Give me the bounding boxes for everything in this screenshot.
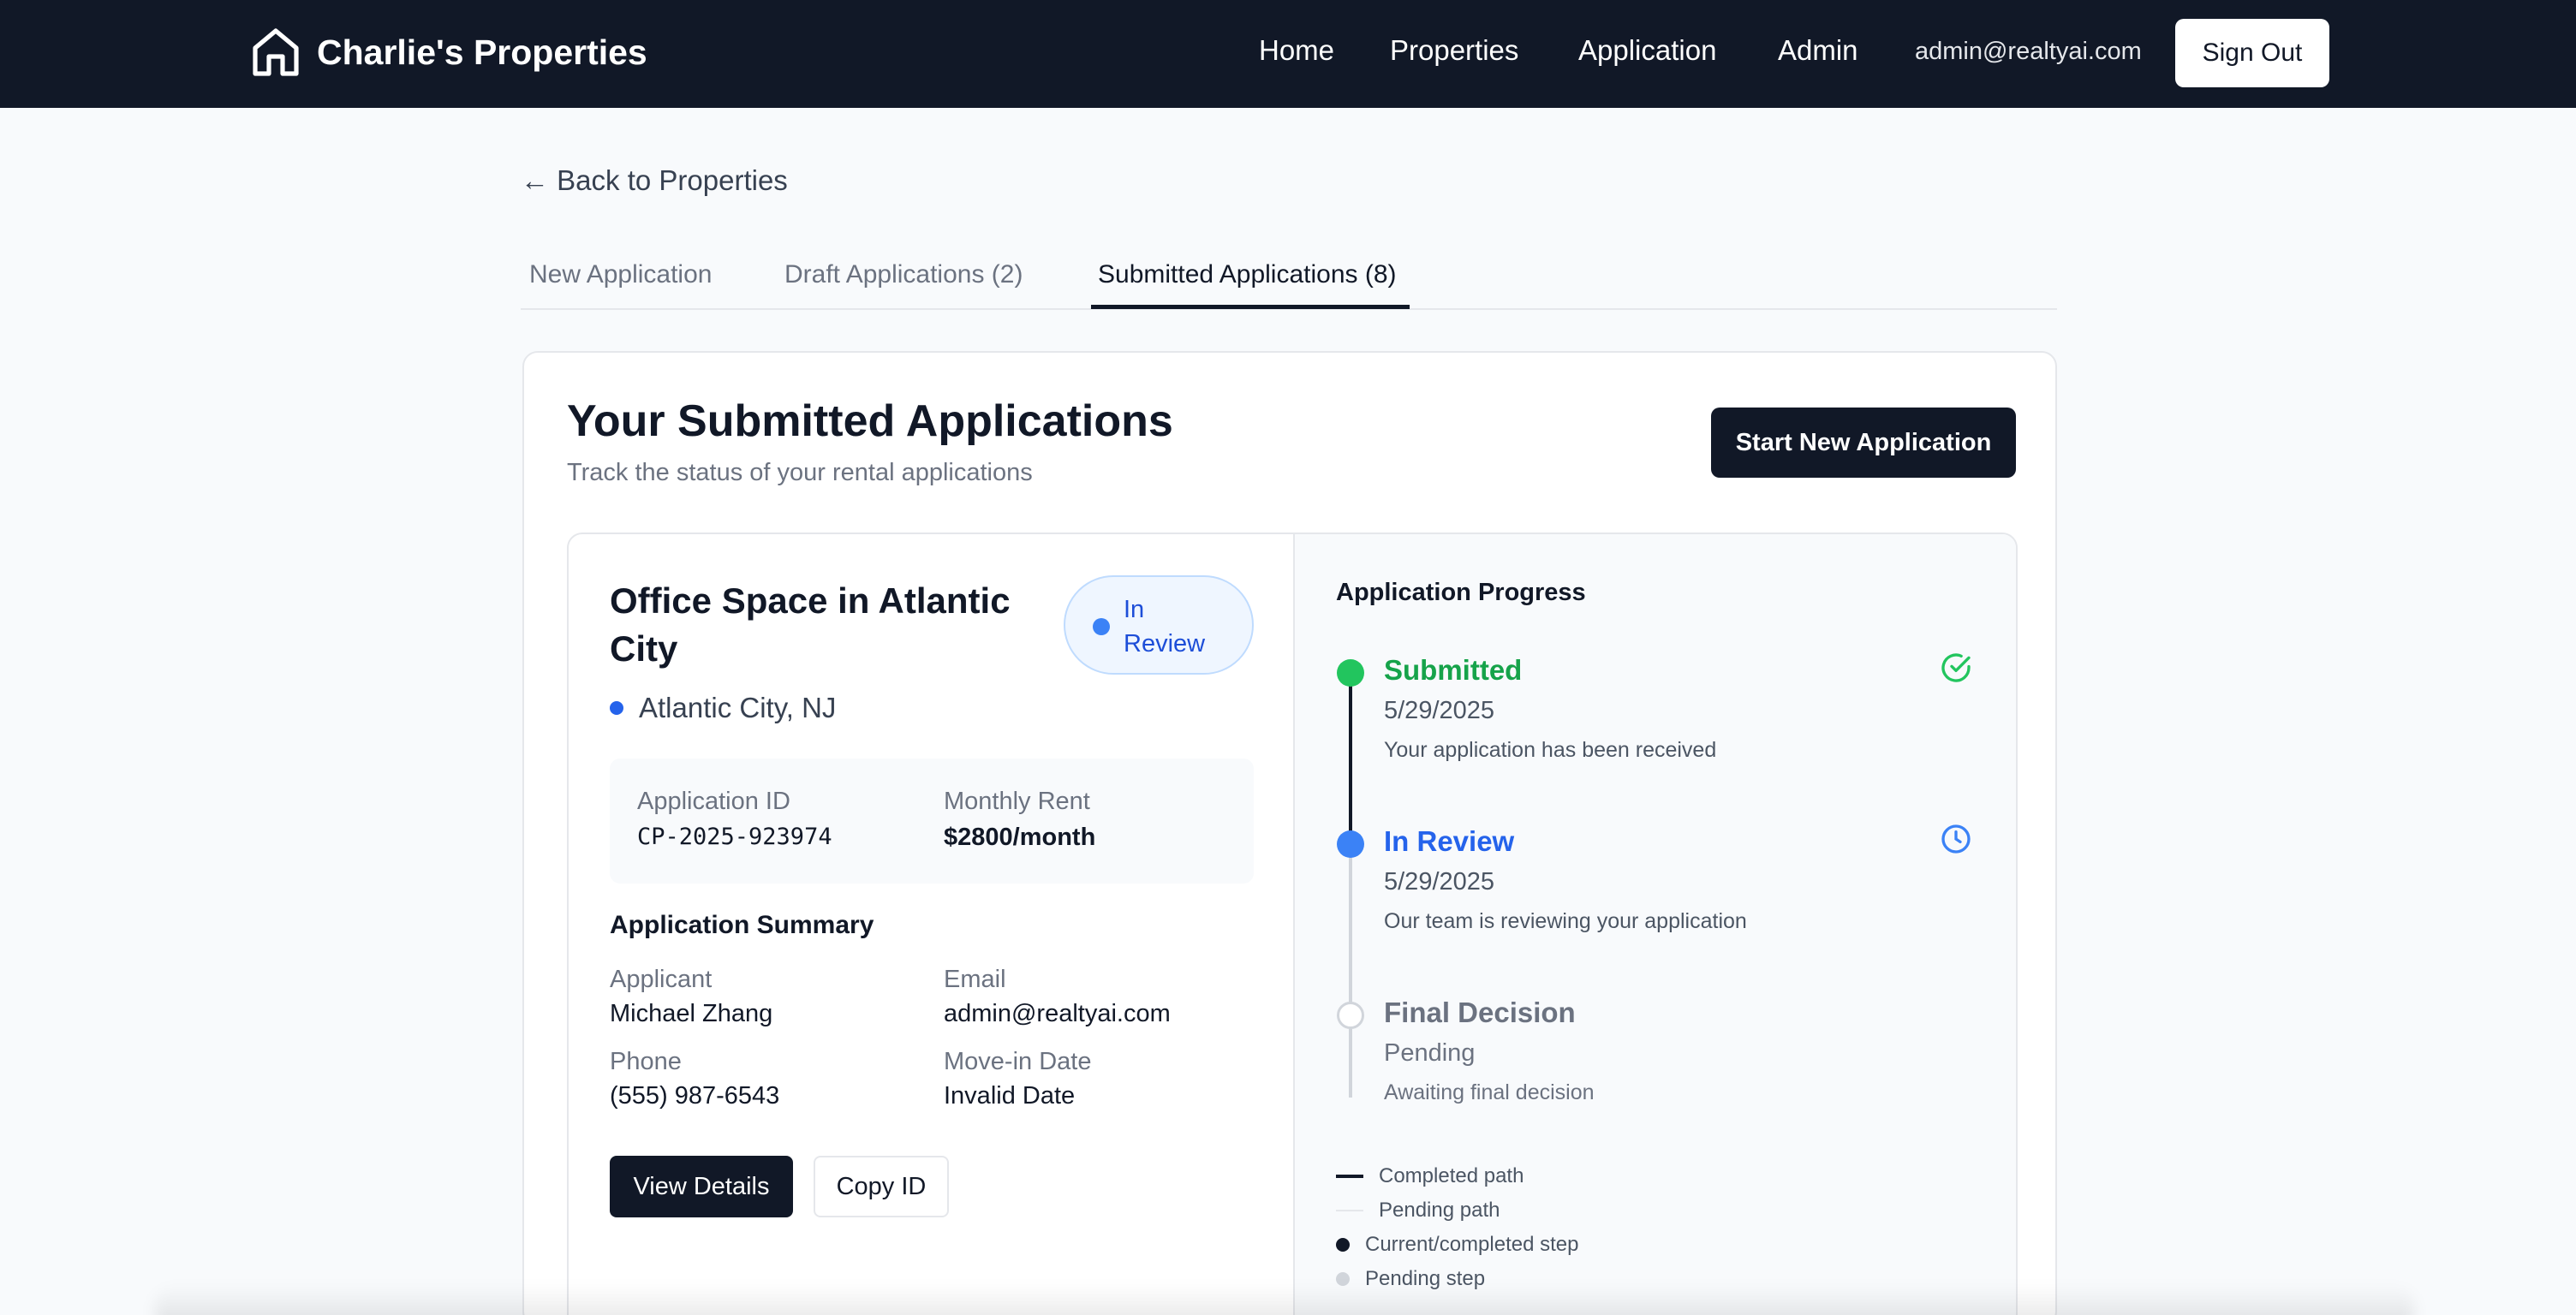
tab-draft-applications[interactable]: Draft Applications (2): [784, 260, 1023, 289]
completed-path-swatch: [1336, 1175, 1363, 1178]
step-final-decision-date: Pending: [1384, 1039, 1476, 1067]
back-to-properties-link[interactable]: ← Back to Properties: [521, 164, 788, 197]
location-dot-icon: [610, 701, 623, 715]
legend-pending-path: Pending path: [1336, 1199, 1500, 1223]
progress-title: Application Progress: [1336, 579, 1586, 606]
start-new-application-button[interactable]: Start New Application: [1711, 408, 2016, 478]
view-details-button[interactable]: View Details: [610, 1156, 793, 1217]
completed-path-line: [1349, 673, 1352, 844]
step-submitted-date: 5/29/2025: [1384, 697, 1495, 724]
sign-out-button[interactable]: Sign Out: [2175, 19, 2329, 87]
top-navbar: Charlie's Properties Home Properties App…: [0, 0, 2576, 108]
nav-link-home[interactable]: Home: [1259, 34, 1334, 67]
property-location: Atlantic City, NJ: [610, 692, 836, 724]
home-icon: [253, 28, 299, 76]
move-in-date-label: Move-in Date: [944, 1048, 1092, 1075]
legend-current-step-label: Current/completed step: [1365, 1233, 1579, 1256]
nav-link-admin[interactable]: Admin: [1778, 34, 1858, 67]
email-label: Email: [944, 966, 1006, 993]
monthly-rent-value: $2800/month: [944, 824, 1096, 851]
location-text: Atlantic City, NJ: [639, 692, 837, 723]
brand[interactable]: Charlie's Properties: [250, 24, 647, 80]
phone-value: (555) 987-6543: [610, 1082, 780, 1110]
application-details: Office Space in Atlantic City In Review …: [569, 534, 1293, 1315]
pending-path-swatch: [1336, 1210, 1363, 1211]
phone-label: Phone: [610, 1048, 682, 1075]
pending-path-line: [1349, 844, 1352, 1098]
active-tab-indicator: [1091, 305, 1410, 309]
move-in-date-value: Invalid Date: [944, 1082, 1076, 1110]
application-summary-heading: Application Summary: [610, 911, 874, 939]
application-tabs: New Application Draft Applications (2) S…: [521, 248, 2057, 310]
legend-completed-path: Completed path: [1336, 1164, 1524, 1188]
application-id-label: Application ID: [637, 788, 790, 815]
legend-current-step: Current/completed step: [1336, 1233, 1578, 1257]
step-in-review-description: Our team is reviewing your application: [1384, 909, 1747, 933]
step-in-review-title: In Review: [1384, 825, 1515, 857]
legend-pending-path-label: Pending path: [1379, 1199, 1500, 1222]
status-dot-icon: [1093, 618, 1110, 635]
step-final-decision-description: Awaiting final decision: [1384, 1080, 1595, 1104]
monthly-rent-label: Monthly Rent: [944, 788, 1090, 815]
email-value: admin@realtyai.com: [944, 1000, 1171, 1027]
legend-pending-step: Pending step: [1336, 1267, 1485, 1291]
nav-link-application[interactable]: Application: [1578, 34, 1716, 67]
page-subtitle: Track the status of your rental applicat…: [567, 459, 1033, 486]
step-submitted-dot: [1337, 659, 1364, 687]
current-step-swatch: [1336, 1238, 1350, 1252]
pending-step-swatch: [1336, 1272, 1350, 1286]
application-id-box: Application ID CP-2025-923974 Monthly Re…: [610, 759, 1254, 884]
page-title: Your Submitted Applications: [567, 396, 1173, 446]
step-final-decision-title: Final Decision: [1384, 997, 1576, 1028]
user-email: admin@realtyai.com: [1915, 38, 2142, 65]
brand-name: Charlie's Properties: [317, 32, 647, 72]
status-badge-label: In Review: [1124, 596, 1206, 658]
legend-pending-step-label: Pending step: [1365, 1267, 1486, 1290]
status-badge: In Review: [1064, 575, 1254, 675]
step-final-decision-dot: [1337, 1002, 1364, 1029]
clock-icon: [1941, 824, 1971, 854]
nav-link-properties[interactable]: Properties: [1390, 34, 1518, 67]
step-submitted-title: Submitted: [1384, 654, 1523, 686]
copy-id-button[interactable]: Copy ID: [814, 1156, 949, 1217]
tab-submitted-applications[interactable]: Submitted Applications (8): [1098, 260, 1397, 289]
step-submitted-description: Your application has been received: [1384, 738, 1717, 762]
applicant-value: Michael Zhang: [610, 1000, 773, 1027]
check-circle-icon: [1941, 653, 1971, 682]
step-in-review-dot: [1337, 830, 1364, 858]
property-title: Office Space in Atlantic City: [610, 580, 1011, 669]
applicant-label: Applicant: [610, 966, 713, 993]
legend-completed-path-label: Completed path: [1379, 1164, 1524, 1187]
application-card: Office Space in Atlantic City In Review …: [567, 533, 2018, 1315]
application-progress: Application Progress Submitted 5/29/2025…: [1293, 534, 2016, 1315]
tab-new-application[interactable]: New Application: [529, 260, 712, 289]
submitted-applications-card: Your Submitted Applications Track the st…: [522, 351, 2057, 1315]
step-in-review-date: 5/29/2025: [1384, 868, 1495, 896]
application-id-value: CP-2025-923974: [637, 824, 832, 850]
